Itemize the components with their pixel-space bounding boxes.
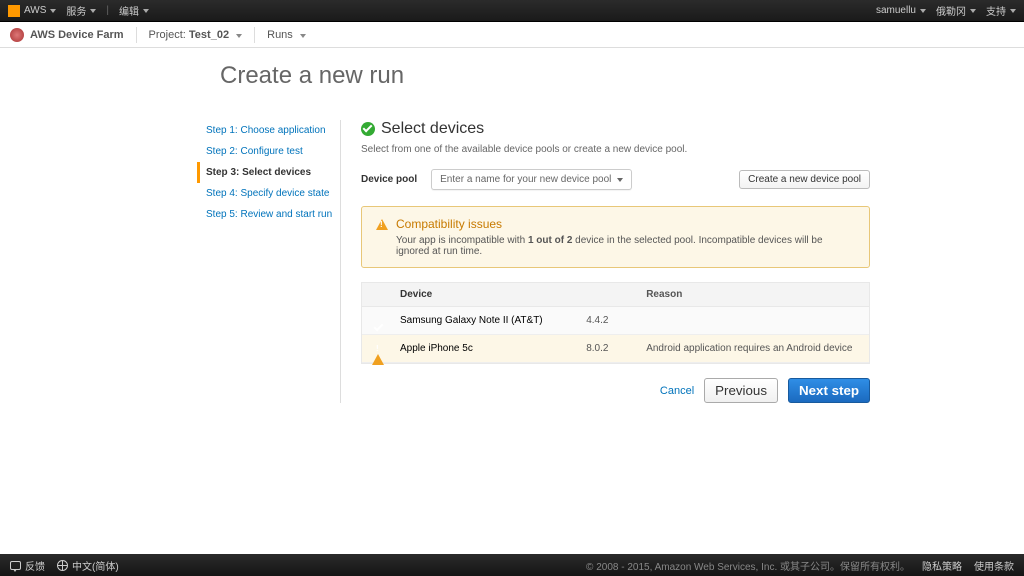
section-title-text: Select devices [381,120,484,138]
aws-brand-label: AWS [24,5,46,16]
region-label: 俄勒冈 [936,3,966,18]
language-selector[interactable]: 中文(简体) [57,558,119,573]
edit-label: 编辑 [119,3,139,18]
services-label: 服务 [66,3,86,18]
support-menu[interactable]: 支持 [986,3,1016,18]
caret-down-icon [1010,9,1016,13]
device-pool-row: Device pool Enter a name for your new de… [361,169,870,190]
device-version: 4.4.2 [586,315,646,326]
caret-down-icon [143,9,149,13]
previous-button[interactable]: Previous [704,378,778,403]
runs-label: Runs [267,29,293,41]
caret-down-icon [50,9,56,13]
feedback-link[interactable]: 反馈 [10,558,45,573]
step-4[interactable]: Step 4: Specify device state [200,183,340,204]
terms-link[interactable]: 使用条款 [974,558,1014,573]
service-navbar: AWS Device Farm Project: Test_02 Runs [0,22,1024,48]
caret-down-icon [90,9,96,13]
divider [136,27,137,43]
header-reason: Reason [646,289,859,300]
main-panel: Select devices Select from one of the av… [340,120,880,403]
warning-icon [376,219,388,230]
step-3[interactable]: Step 3: Select devices [197,162,340,183]
services-menu[interactable]: 服务 [66,3,96,18]
support-label: 支持 [986,3,1006,18]
step-5[interactable]: Step 5: Review and start run [200,204,340,225]
page-title: Create a new run [220,62,1024,90]
status-warn-icon [372,343,384,365]
chat-bubble-icon [10,561,21,570]
global-topbar: AWS 服务 | 编辑 samuellu 俄勒冈 支持 [0,0,1024,22]
device-pool-label: Device pool [361,174,417,185]
aws-cube-icon [8,5,20,17]
privacy-link[interactable]: 隐私策略 [922,558,962,573]
caret-down-icon [617,178,623,182]
table-row: Apple iPhone 5c 8.0.2 Android applicatio… [362,335,869,363]
edit-menu[interactable]: 编辑 [119,3,149,18]
devices-table: Device Reason Samsung Galaxy Note II (AT… [361,282,870,364]
device-farm-icon [10,28,24,42]
alert-body: Your app is incompatible with 1 out of 2… [376,235,855,257]
project-prefix: Project: [149,29,189,41]
alert-title: Compatibility issues [396,217,502,231]
section-title: Select devices [361,120,870,138]
project-selector[interactable]: Project: Test_02 [149,29,243,41]
device-pool-placeholder: Enter a name for your new device pool [440,174,611,185]
language-label: 中文(简体) [72,558,119,573]
header-device: Device [400,289,586,300]
device-version: 8.0.2 [586,343,646,354]
user-label: samuellu [876,5,916,16]
aws-home[interactable]: AWS [8,5,56,17]
cancel-link[interactable]: Cancel [660,385,694,397]
check-circle-icon [361,122,375,136]
runs-menu[interactable]: Runs [267,29,306,41]
divider [254,27,255,43]
global-footer: 反馈 中文(简体) © 2008 - 2015, Amazon Web Serv… [0,554,1024,576]
device-name: Samsung Galaxy Note II (AT&T) [400,315,586,326]
section-subtitle: Select from one of the available device … [361,144,870,155]
compatibility-alert: Compatibility issues Your app is incompa… [361,206,870,268]
steps-sidebar: Step 1: Choose application Step 2: Confi… [200,120,340,403]
device-name: Apple iPhone 5c [400,343,586,354]
next-step-button[interactable]: Next step [788,378,870,403]
project-name: Test_02 [189,29,229,41]
device-reason: Android application requires an Android … [646,343,859,354]
copyright: © 2008 - 2015, Amazon Web Services, Inc.… [586,558,910,573]
create-device-pool-button[interactable]: Create a new device pool [739,170,870,189]
step-1[interactable]: Step 1: Choose application [200,120,340,141]
table-header: Device Reason [362,283,869,307]
caret-down-icon [920,9,926,13]
step-2[interactable]: Step 2: Configure test [200,141,340,162]
wizard-actions: Cancel Previous Next step [361,378,870,403]
device-pool-select[interactable]: Enter a name for your new device pool [431,169,632,190]
caret-down-icon [300,34,306,38]
region-menu[interactable]: 俄勒冈 [936,3,976,18]
feedback-label: 反馈 [25,558,45,573]
caret-down-icon [236,34,242,38]
table-row: Samsung Galaxy Note II (AT&T) 4.4.2 [362,307,869,335]
user-menu[interactable]: samuellu [876,5,926,16]
caret-down-icon [970,9,976,13]
product-name: AWS Device Farm [30,29,124,41]
globe-icon [57,560,68,571]
device-farm-home[interactable]: AWS Device Farm [10,28,124,42]
